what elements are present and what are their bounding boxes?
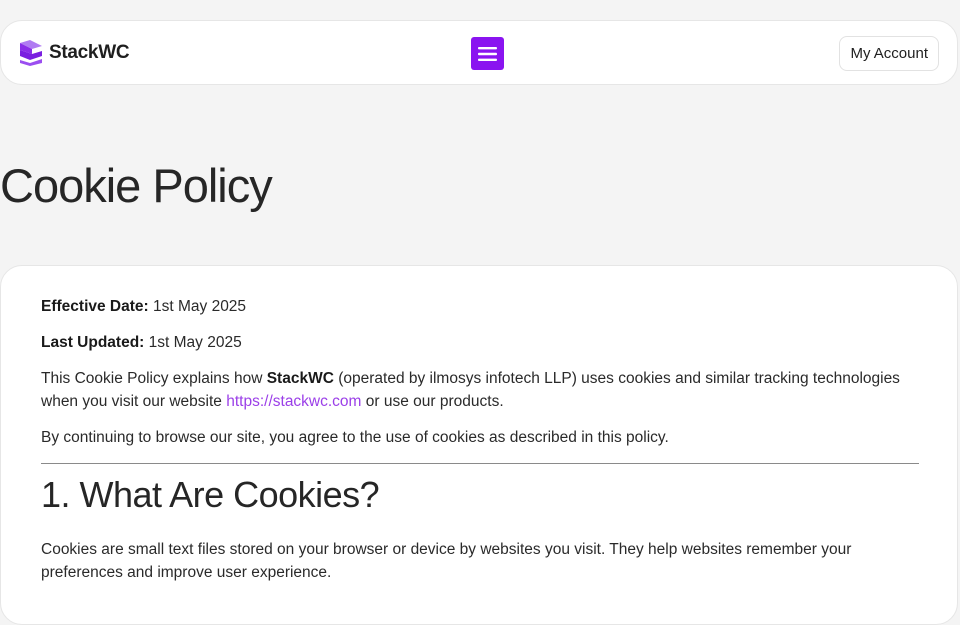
page-title: Cookie Policy [0,159,273,212]
last-updated-value: 1st May 2025 [148,334,242,351]
stackwc-logo-icon [20,40,42,66]
my-account-button[interactable]: My Account [839,36,939,71]
logo-text: StackWC [49,42,130,63]
effective-date-value: 1st May 2025 [153,298,247,315]
last-updated: Last Updated: 1st May 2025 [41,331,917,354]
intro-text-3: or use our products. [361,393,504,410]
section-heading-what-are-cookies: 1. What Are Cookies? [41,474,380,515]
effective-date: Effective Date: 1st May 2025 [41,295,917,318]
website-link[interactable]: https://stackwc.com [226,393,361,410]
intro-text-1: This Cookie Policy explains how [41,370,267,387]
intro-brand: StackWC [266,370,334,387]
last-updated-label: Last Updated: [41,334,145,351]
agree-paragraph: By continuing to browse our site, you ag… [41,429,669,446]
intro-paragraph: This Cookie Policy explains how StackWC … [41,367,917,413]
policy-content: Effective Date: 1st May 2025 Last Update… [0,265,958,625]
logo-link[interactable]: StackWC [19,40,130,66]
effective-date-label: Effective Date: [41,298,149,315]
hamburger-icon [478,46,497,61]
section-paragraph: Cookies are small text files stored on y… [41,541,852,581]
menu-button[interactable] [471,37,504,70]
divider [41,463,919,464]
site-header: StackWC My Account [0,20,958,85]
